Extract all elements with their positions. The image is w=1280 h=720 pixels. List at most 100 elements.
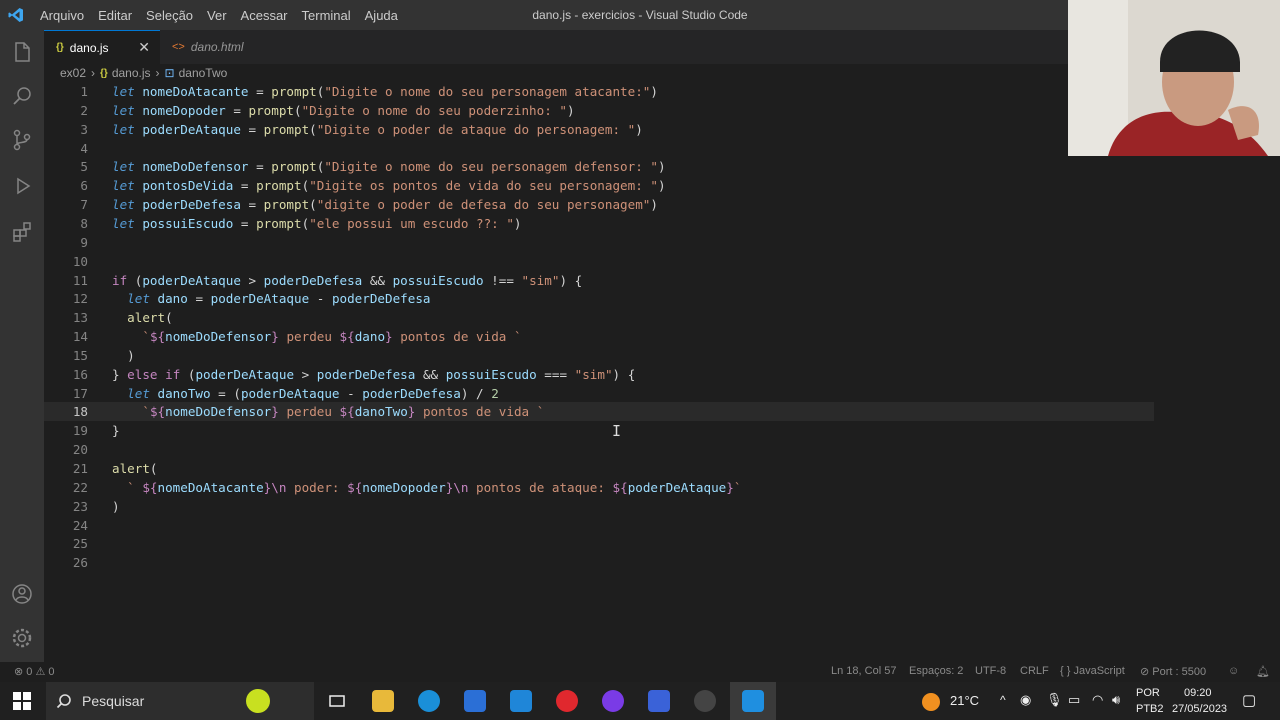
line-number: 25 [72,536,88,552]
code-line[interactable]: 9 [44,233,1154,252]
menu-acessar[interactable]: Acessar [241,8,288,23]
obs-icon[interactable] [694,690,716,712]
code-line[interactable]: 13 alert( [44,308,1154,327]
taskbar-search[interactable]: Pesquisar [46,682,314,720]
code-text: let nomeDoAtacante = prompt("Digite o no… [112,84,658,99]
code-line[interactable]: 24 [44,516,1154,535]
code-line[interactable]: 18 `${nomeDoDefensor} perdeu ${danoTwo} … [44,402,1154,422]
menu-ver[interactable]: Ver [207,8,227,23]
feedback-icon[interactable]: ☺ [1228,665,1239,677]
run-debug-icon[interactable] [10,174,34,198]
menu-arquivo[interactable]: Arquivo [40,8,84,23]
menu-selecao[interactable]: Seleção [146,8,193,23]
cursor-position[interactable]: Ln 18, Col 57 [831,665,896,677]
store-icon[interactable] [464,690,486,712]
line-number: 18 [72,404,88,420]
mail-icon[interactable] [510,690,532,712]
js-file-icon: {} [100,67,108,79]
github-desktop-icon[interactable] [602,690,624,712]
notifications-icon[interactable]: ▢ [1242,691,1256,709]
source-control-icon[interactable] [10,128,34,152]
code-line[interactable]: 8 let possuiEscudo = prompt("ele possui u… [44,214,1154,233]
clock-date[interactable]: 27/05/2023 [1172,703,1227,715]
wifi-icon[interactable]: ◠ [1092,692,1103,708]
tab-dano-js[interactable]: {} dano.js ✕ [44,30,160,64]
weather-sun-icon[interactable] [922,693,940,711]
explorer-icon[interactable] [10,40,34,64]
code-text: alert( [112,461,158,476]
code-text: } [112,423,120,439]
temperature[interactable]: 21°C [950,693,979,708]
edge-browser-icon[interactable] [418,690,440,712]
window-title: dano.js - exercicios - Visual Studio Cod… [532,8,748,22]
clock-time[interactable]: 09:20 [1184,687,1212,699]
webcam-tray-icon[interactable]: ◉ [1020,692,1031,708]
code-line[interactable]: 10 [44,252,1154,271]
menu-terminal[interactable]: Terminal [302,8,351,23]
code-line[interactable]: 17 let danoTwo = (poderDeAtaque - poderD… [44,384,1154,403]
input-language[interactable]: POR [1136,687,1160,699]
code-line[interactable]: 14 `${nomeDoDefensor} perdeu ${dano} pon… [44,327,1154,346]
code-text: let poderDeDefesa = prompt("digite o pod… [112,197,658,213]
gear-icon[interactable] [10,626,34,650]
keyboard-layout[interactable]: PTB2 [1136,703,1164,715]
code-line[interactable]: 22 ` ${nomeDoAtacante}\n poder: ${nomeDo… [44,478,1154,497]
opera-icon[interactable] [556,690,578,712]
breadcrumb-folder[interactable]: ex02 [60,66,86,80]
encoding[interactable]: UTF-8 [975,665,1006,677]
chevron-up-icon[interactable]: ^ [1000,693,1006,707]
tab-label: dano.js [69,40,109,55]
code-line[interactable]: 19} [44,421,1154,440]
microphone-icon[interactable]: 🎙︎ [1046,692,1063,708]
code-line[interactable]: 2 let nomeDopoder = prompt("Digite o nome… [44,101,1154,120]
menu-ajuda[interactable]: Ajuda [365,8,398,23]
code-line[interactable]: 15 ) [44,346,1154,365]
live-server-port[interactable]: ⊘ Port : 5500 [1140,665,1206,678]
tab-dano-html[interactable]: <> dano.html [160,30,300,64]
code-line[interactable]: 4 [44,139,1154,158]
line-number: 10 [72,253,88,269]
html-file-icon: <> [172,41,185,53]
problems-indicator[interactable]: ⊗ 0 ⚠ 0 [14,665,54,678]
end-of-line[interactable]: CRLF [1020,665,1049,677]
language-mode[interactable]: { } JavaScript [1060,665,1125,677]
code-text: `${nomeDoDefensor} perdeu ${dano} pontos… [142,329,522,345]
menu-editar[interactable]: Editar [98,8,132,23]
code-line[interactable]: 26 [44,553,1154,572]
code-line[interactable]: 11 if (poderDeAtaque > poderDeDefesa && p… [44,271,1154,290]
code-editor[interactable]: 1 let nomeDoAtacante = prompt("Digite o n… [44,82,1280,662]
close-icon[interactable]: ✕ [138,39,150,56]
battery-icon[interactable]: ▭ [1068,692,1080,708]
indentation[interactable]: Espaços: 2 [909,665,963,677]
volume-icon[interactable]: 🔊︎ [1112,692,1120,708]
line-number: 23 [72,498,88,514]
account-icon[interactable] [10,582,34,606]
code-line[interactable]: 5 let nomeDoDefensor = prompt("Digite o n… [44,157,1154,176]
taskbar-vscode[interactable] [730,682,776,720]
code-text: ` ${nomeDoAtacante}\n poder: ${nomeDopod… [127,479,742,495]
code-line[interactable]: 25 [44,534,1154,553]
code-line[interactable]: 3 let poderDeAtaque = prompt("Digite o po… [44,120,1154,139]
code-line[interactable]: 23) [44,497,1154,516]
code-line[interactable]: 12 let dano = poderDeAtaque - poderDeDef… [44,289,1154,308]
code-line[interactable]: 16} else if (poderDeAtaque > poderDeDefe… [44,365,1154,384]
windows-start-icon[interactable] [13,692,31,710]
breadcrumb-symbol[interactable]: danoTwo [179,66,228,80]
code-line[interactable]: 20 [44,440,1154,459]
app-icon[interactable] [648,690,670,712]
file-explorer-icon[interactable] [372,690,394,712]
code-line[interactable]: 21 alert( [44,459,1154,478]
tennis-ball-icon [246,689,270,713]
code-line[interactable]: 7 let poderDeDefesa = prompt("digite o po… [44,195,1154,214]
line-number: 11 [72,272,88,288]
breadcrumb-file[interactable]: dano.js [112,66,151,80]
code-line[interactable]: 6 let pontosDeVida = prompt("Digite os po… [44,176,1154,195]
search-icon[interactable] [10,84,34,108]
task-view-icon[interactable] [326,690,348,712]
code-text: let danoTwo = (poderDeAtaque - poderDeDe… [127,385,499,401]
extensions-icon[interactable] [10,220,34,244]
notifications-icon[interactable]: 🔔︎ [1256,665,1270,678]
code-line[interactable]: 1 let nomeDoAtacante = prompt("Digite o n… [44,82,1154,101]
code-text: let dano = poderDeAtaque - poderDeDefesa [127,291,431,307]
line-number: 22 [72,479,88,495]
